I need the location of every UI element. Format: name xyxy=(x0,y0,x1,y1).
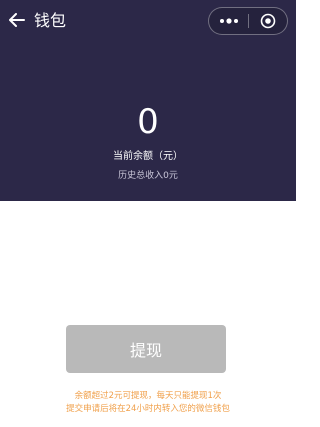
back-button[interactable] xyxy=(7,8,27,32)
withdraw-arrival-tip: 提交申请后将在24小时内转入您的微信钱包 xyxy=(66,404,230,414)
balance-label: 当前余额（元） xyxy=(113,151,183,162)
history-income: 历史总收入0元 xyxy=(118,171,178,181)
withdraw-button[interactable]: 提现 xyxy=(66,325,226,373)
withdraw-rule-tip: 余额超过2元可提现，每天只能提现1次 xyxy=(74,391,222,401)
wallet-header: 钱包 0 当前余额（元） 历史总收入0元 xyxy=(0,0,296,201)
balance-amount: 0 xyxy=(137,102,159,142)
target-circle-icon xyxy=(260,13,276,29)
more-button[interactable] xyxy=(209,8,248,34)
more-dots-icon xyxy=(219,18,238,24)
page-title: 钱包 xyxy=(34,11,67,30)
mini-program-capsule xyxy=(208,7,288,35)
arrow-left-icon xyxy=(9,13,25,27)
close-button[interactable] xyxy=(249,8,287,34)
